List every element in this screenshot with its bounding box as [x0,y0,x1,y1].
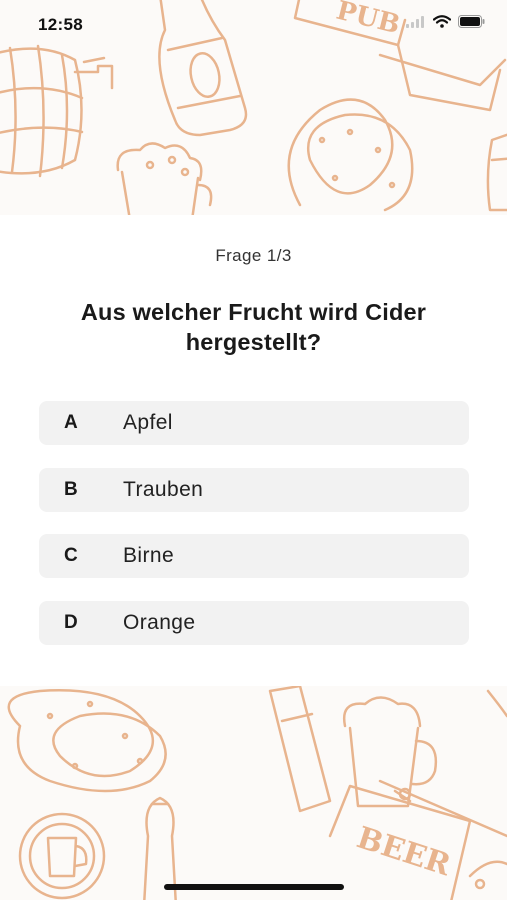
quiz-card: Frage 1/3 Aus welcher Frucht wird Cider … [0,215,507,686]
quiz-screen: PUB 12:58 Frage 1/3 Aus welcher Frucht w… [0,0,507,900]
answer-letter: D [64,611,78,633]
glass-icon [268,686,332,813]
answer-option-c[interactable]: C Birne [39,534,469,578]
status-bar: 12:58 [0,0,507,50]
answer-option-a[interactable]: A Apfel [39,401,469,445]
question-text: Aus welcher Frucht wird Cider hergestell… [80,299,427,355]
status-time: 12:58 [38,15,83,34]
answer-letter: B [64,478,78,500]
answer-text: Trauben [123,477,204,501]
answer-option-d[interactable]: D Orange [39,600,469,645]
barrel-icon [0,44,114,178]
home-indicator[interactable] [164,884,344,890]
battery-icon [458,15,485,33]
background-pattern-bottom: BEER [0,686,507,900]
answer-text: Orange [123,610,196,634]
beer-mug-icon [116,142,213,215]
glass-icon [486,133,507,212]
pretzel-icon [287,98,414,212]
answer-text: Birne [123,544,175,567]
question-progress: Frage 1/3 [215,246,292,265]
signal-icon [406,15,426,33]
answer-letter: A [64,412,78,433]
wifi-icon [432,15,452,33]
svg-text:BEER: BEER [353,820,456,883]
answer-option-b[interactable]: B Trauben [39,467,469,512]
answer-text: Apfel [123,411,173,434]
beer-mug-icon [342,696,438,808]
answer-letter: C [64,545,78,566]
status-icons [406,15,485,33]
bottle-icon [468,689,507,890]
coaster-icon [18,812,106,900]
pretzel-icon [7,689,167,793]
answer-list: A Apfel B Trauben C Birne D Orange [39,401,469,667]
